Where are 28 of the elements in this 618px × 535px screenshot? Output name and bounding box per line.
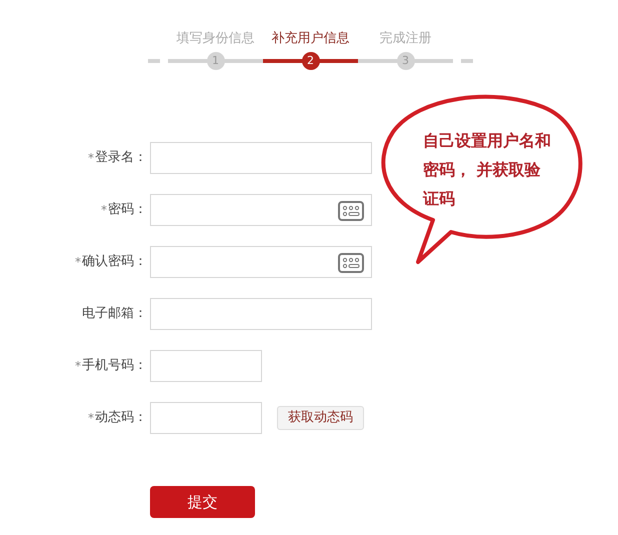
step-number: 3	[396, 52, 414, 70]
required-mark: *	[75, 254, 81, 271]
step-label: 补充用户信息	[272, 30, 350, 48]
input-field[interactable]	[150, 402, 262, 434]
field-label: 动态码：	[95, 409, 147, 428]
input-field[interactable]	[150, 298, 372, 330]
step-number: 2	[302, 52, 320, 70]
input-field[interactable]	[150, 142, 372, 174]
input-field[interactable]	[150, 194, 372, 226]
field-label: 手机号码：	[82, 357, 147, 376]
submit-button[interactable]: 提交	[150, 486, 255, 518]
required-mark: *	[88, 410, 94, 427]
keyboard-icon[interactable]	[338, 201, 364, 221]
required-mark: *	[88, 150, 94, 167]
field-label: 密码：	[108, 201, 147, 220]
field-label: 确认密码：	[82, 253, 147, 272]
callout-text: 自己设置用户名和密码， 并获取验证码	[423, 130, 552, 210]
required-mark: *	[75, 358, 81, 375]
keyboard-icon[interactable]	[338, 253, 364, 273]
step-label: 填写身份信息	[176, 30, 254, 48]
step-number: 1	[206, 52, 224, 70]
step-label: 完成注册	[380, 30, 432, 48]
required-mark: *	[101, 202, 107, 219]
input-field[interactable]	[150, 350, 262, 382]
field-label: 登录名：	[95, 149, 147, 168]
field-label: 电子邮箱：	[82, 305, 147, 324]
input-field[interactable]	[150, 246, 372, 278]
get-code-button[interactable]: 获取动态码	[277, 406, 364, 430]
